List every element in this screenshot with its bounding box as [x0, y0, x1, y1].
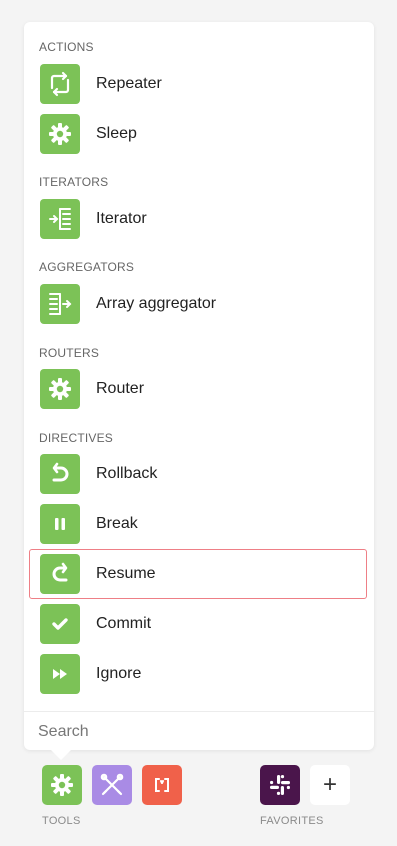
fast-forward-icon — [40, 654, 80, 694]
menu-item-iterator[interactable]: Iterator — [30, 195, 366, 243]
menu-item-break[interactable]: Break — [30, 500, 366, 548]
resume-icon — [40, 554, 80, 594]
menu-item-label: Iterator — [96, 210, 147, 227]
wrench-screwdriver-icon — [100, 773, 124, 796]
menu-item-label: Sleep — [96, 125, 137, 142]
menu-item-commit[interactable]: Commit — [30, 600, 366, 648]
text-parser-button[interactable] — [142, 765, 182, 805]
plus-icon: + — [322, 771, 337, 798]
search-divider — [24, 711, 374, 712]
menu-item-label: Break — [96, 515, 138, 532]
gear-icon — [51, 774, 73, 796]
section-header-aggregators: AGGREGATORS — [39, 260, 135, 274]
menu-item-array-aggregator[interactable]: Array aggregator — [30, 280, 366, 328]
menu-item-router[interactable]: Router — [30, 365, 366, 413]
menu-item-label: Ignore — [96, 665, 142, 682]
search-input[interactable] — [38, 720, 358, 744]
aggregator-icon — [40, 284, 80, 324]
menu-item-resume[interactable]: Resume — [29, 549, 367, 599]
pause-icon — [40, 504, 80, 544]
menu-item-rollback[interactable]: Rollback — [30, 450, 366, 498]
gear-icon — [40, 114, 80, 154]
section-header-actions: ACTIONS — [39, 40, 94, 54]
menu-item-ignore[interactable]: Ignore — [30, 650, 366, 698]
tools-popover-panel: ACTIONS Repeater Sleep ITERATORS Iterato… — [24, 22, 374, 760]
add-favorite-button[interactable]: + — [310, 765, 350, 805]
rollback-icon — [40, 454, 80, 494]
menu-item-repeater[interactable]: Repeater — [30, 60, 366, 108]
menu-item-label: Commit — [96, 615, 152, 632]
menu-item-label: Router — [96, 380, 145, 397]
tools-utility-button[interactable] — [92, 765, 132, 805]
tools-label: TOOLS — [42, 815, 81, 827]
slack-icon — [270, 775, 290, 795]
menu-item-sleep[interactable]: Sleep — [30, 110, 366, 158]
menu-item-label: Repeater — [96, 75, 162, 92]
menu-item-label: Array aggregator — [96, 295, 217, 312]
favorites-label: FAVORITES — [260, 815, 324, 827]
check-icon — [40, 604, 80, 644]
section-header-iterators: ITERATORS — [39, 175, 109, 189]
section-header-routers: ROUTERS — [39, 346, 100, 360]
tools-button[interactable] — [42, 765, 82, 805]
slack-button[interactable] — [260, 765, 300, 805]
section-header-directives: DIRECTIVES — [39, 431, 114, 445]
gear-icon — [40, 369, 80, 409]
menu-item-label: Rollback — [96, 465, 158, 482]
brackets-icon — [155, 778, 169, 792]
iterator-icon — [40, 199, 80, 239]
repeater-icon — [40, 64, 80, 104]
menu-item-label: Resume — [96, 565, 156, 582]
